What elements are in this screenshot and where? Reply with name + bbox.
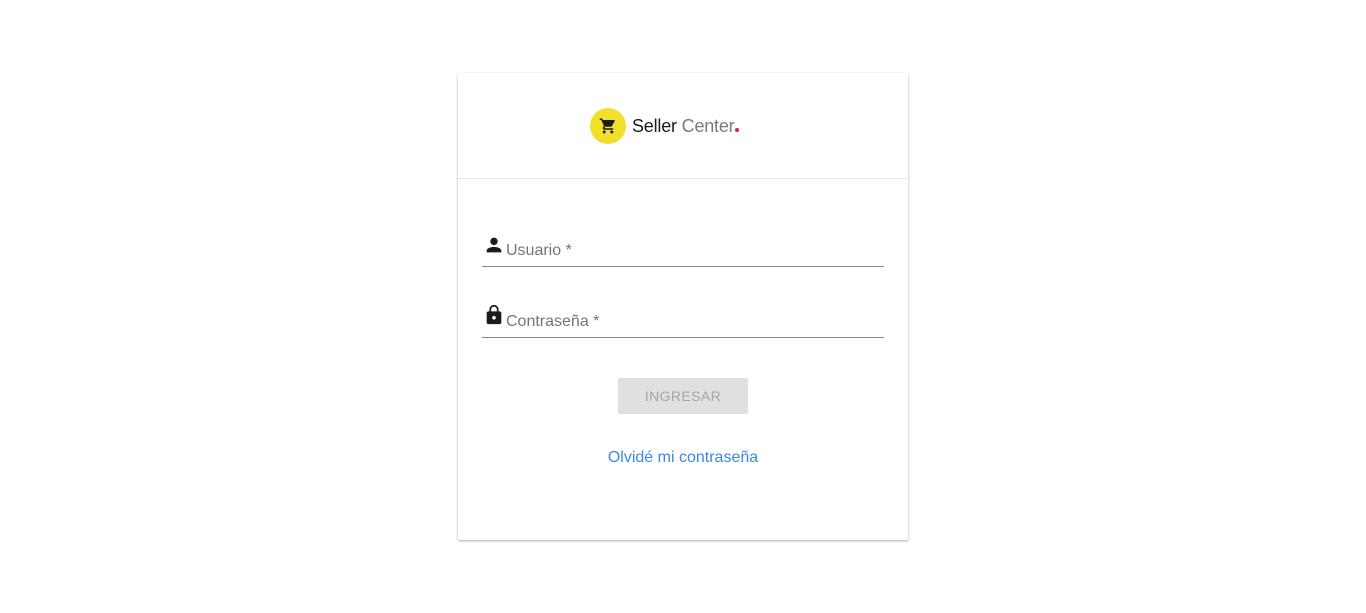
username-input[interactable] [506,240,880,264]
username-field[interactable]: Usuario * [482,233,884,267]
login-button[interactable]: INGRESAR [618,378,748,414]
logo-dot [735,128,740,132]
logo-circle [590,108,626,144]
password-field[interactable]: Contraseña * [482,303,884,338]
password-input[interactable] [506,311,880,335]
shopping-cart-icon [599,118,615,134]
logo-text: Seller Center [632,108,740,144]
seller-center-logo: Seller Center [590,108,740,144]
card-header: Seller Center [458,73,908,179]
person-icon [486,237,502,253]
lock-icon [486,304,502,325]
logo-word-center: Center [681,116,735,136]
forgot-password-link[interactable]: Olvidé mi contraseña [458,449,908,467]
logo-word-seller: Seller [632,116,677,136]
login-card: Seller Center Usuario * Contraseña * ING… [458,73,908,540]
